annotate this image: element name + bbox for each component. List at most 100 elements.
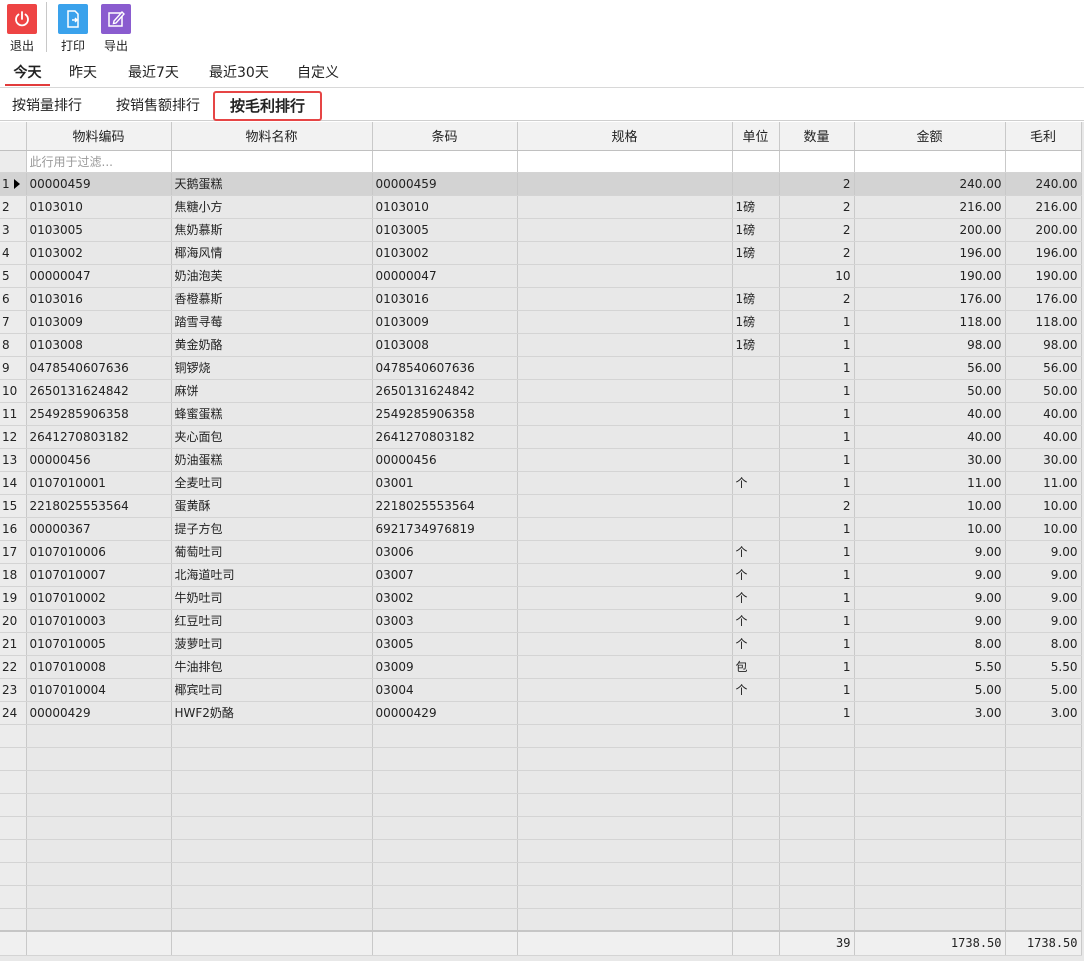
table-row[interactable]: 9 0478540607636 铜锣烧 0478540607636 1 56.00 56.0… [0, 356, 1082, 380]
unit-cell[interactable]: 1磅 [732, 287, 780, 311]
gross-profit-cell[interactable]: 240.00 [1005, 172, 1082, 196]
amount-cell[interactable]: 9.00 [854, 609, 1006, 633]
barcode-cell[interactable]: 0478540607636 [372, 356, 518, 380]
barcode-cell[interactable]: 03009 [372, 655, 518, 679]
quantity-cell[interactable]: 1 [779, 563, 855, 587]
item-code-cell[interactable]: 0103009 [26, 310, 172, 334]
quantity-cell[interactable]: 10 [779, 264, 855, 288]
unit-cell[interactable]: 个 [732, 678, 780, 702]
barcode-cell[interactable]: 0103016 [372, 287, 518, 311]
filter-cell-quantity[interactable] [779, 150, 855, 173]
gross-profit-cell[interactable]: 9.00 [1005, 540, 1082, 564]
amount-cell[interactable]: 5.50 [854, 655, 1006, 679]
spec-cell[interactable] [517, 586, 733, 610]
item-code-cell[interactable]: 00000456 [26, 448, 172, 472]
spec-cell[interactable] [517, 517, 733, 541]
barcode-cell[interactable]: 03002 [372, 586, 518, 610]
item-code-cell[interactable]: 0107010007 [26, 563, 172, 587]
quantity-cell[interactable]: 2 [779, 494, 855, 518]
amount-cell[interactable]: 56.00 [854, 356, 1006, 380]
spec-cell[interactable] [517, 632, 733, 656]
row-number[interactable]: 18 [0, 563, 27, 587]
gross-profit-cell[interactable]: 9.00 [1005, 563, 1082, 587]
gross-profit-cell[interactable]: 40.00 [1005, 402, 1082, 426]
quantity-cell[interactable]: 1 [779, 333, 855, 357]
row-number[interactable]: 8 [0, 333, 27, 357]
barcode-cell[interactable]: 6921734976819 [372, 517, 518, 541]
quantity-cell[interactable]: 1 [779, 586, 855, 610]
amount-cell[interactable]: 10.00 [854, 517, 1006, 541]
gross-profit-cell[interactable]: 196.00 [1005, 241, 1082, 265]
gross-profit-cell[interactable]: 200.00 [1005, 218, 1082, 242]
header-gross-profit[interactable]: 毛利 [1005, 122, 1082, 151]
table-row[interactable]: 2 0103010 焦糖小方 0103010 1磅 2 216.00 216.00 [0, 195, 1082, 219]
tab-last-7-days[interactable]: 最近7天 [128, 62, 179, 86]
table-row[interactable]: 17 0107010006 葡萄吐司 03006 个 1 9.00 9.00 [0, 540, 1082, 564]
item-code-cell[interactable]: 2650131624842 [26, 379, 172, 403]
header-item-code[interactable]: 物料编码 [26, 122, 172, 151]
table-row[interactable]: 4 0103002 椰海风情 0103002 1磅 2 196.00 196.00 [0, 241, 1082, 265]
barcode-cell[interactable]: 00000047 [372, 264, 518, 288]
amount-cell[interactable]: 8.00 [854, 632, 1006, 656]
spec-cell[interactable] [517, 701, 733, 725]
row-number[interactable]: 19 [0, 586, 27, 610]
item-code-cell[interactable]: 0107010005 [26, 632, 172, 656]
unit-cell[interactable]: 个 [732, 609, 780, 633]
item-name-cell[interactable]: 蜂蜜蛋糕 [171, 402, 373, 426]
row-number[interactable]: 1 [0, 172, 27, 196]
gross-profit-cell[interactable]: 30.00 [1005, 448, 1082, 472]
amount-cell[interactable]: 40.00 [854, 425, 1006, 449]
header-amount[interactable]: 金额 [854, 122, 1006, 151]
amount-cell[interactable]: 190.00 [854, 264, 1006, 288]
amount-cell[interactable]: 118.00 [854, 310, 1006, 334]
table-row[interactable]: 18 0107010007 北海道吐司 03007 个 1 9.00 9.00 [0, 563, 1082, 587]
exit-button[interactable]: 退出 [2, 2, 42, 54]
row-number[interactable]: 5 [0, 264, 27, 288]
row-number[interactable]: 17 [0, 540, 27, 564]
row-number[interactable]: 11 [0, 402, 27, 426]
gross-profit-cell[interactable]: 216.00 [1005, 195, 1082, 219]
spec-cell[interactable] [517, 655, 733, 679]
gross-profit-cell[interactable]: 10.00 [1005, 517, 1082, 541]
barcode-cell[interactable]: 0103005 [372, 218, 518, 242]
table-row[interactable]: 7 0103009 踏雪寻莓 0103009 1磅 1 118.00 118.00 [0, 310, 1082, 334]
spec-cell[interactable] [517, 264, 733, 288]
amount-cell[interactable]: 216.00 [854, 195, 1006, 219]
unit-cell[interactable]: 个 [732, 540, 780, 564]
tab-by-sales-amount[interactable]: 按销售额排行 [116, 96, 200, 116]
spec-cell[interactable] [517, 471, 733, 495]
item-name-cell[interactable]: 踏雪寻莓 [171, 310, 373, 334]
item-name-cell[interactable]: 麻饼 [171, 379, 373, 403]
header-unit[interactable]: 单位 [732, 122, 780, 151]
table-row[interactable]: 21 0107010005 菠萝吐司 03005 个 1 8.00 8.00 [0, 632, 1082, 656]
gross-profit-cell[interactable]: 40.00 [1005, 425, 1082, 449]
row-number[interactable]: 20 [0, 609, 27, 633]
barcode-cell[interactable]: 0103008 [372, 333, 518, 357]
amount-cell[interactable]: 30.00 [854, 448, 1006, 472]
quantity-cell[interactable]: 1 [779, 356, 855, 380]
row-number[interactable]: 16 [0, 517, 27, 541]
unit-cell[interactable]: 包 [732, 655, 780, 679]
quantity-cell[interactable]: 1 [779, 609, 855, 633]
item-code-cell[interactable]: 0107010004 [26, 678, 172, 702]
row-number[interactable]: 21 [0, 632, 27, 656]
spec-cell[interactable] [517, 310, 733, 334]
quantity-cell[interactable]: 2 [779, 172, 855, 196]
table-row[interactable]: 6 0103016 香橙慕斯 0103016 1磅 2 176.00 176.00 [0, 287, 1082, 311]
item-name-cell[interactable]: 葡萄吐司 [171, 540, 373, 564]
item-name-cell[interactable]: 红豆吐司 [171, 609, 373, 633]
header-quantity[interactable]: 数量 [779, 122, 855, 151]
table-row[interactable]: 11 2549285906358 蜂蜜蛋糕 2549285906358 1 40.00 40… [0, 402, 1082, 426]
item-name-cell[interactable]: 奶油蛋糕 [171, 448, 373, 472]
quantity-cell[interactable]: 2 [779, 241, 855, 265]
table-row[interactable]: 22 0107010008 牛油排包 03009 包 1 5.50 5.50 [0, 655, 1082, 679]
spec-cell[interactable] [517, 540, 733, 564]
row-number[interactable]: 7 [0, 310, 27, 334]
unit-cell[interactable]: 1磅 [732, 195, 780, 219]
gross-profit-cell[interactable]: 9.00 [1005, 609, 1082, 633]
item-name-cell[interactable]: 夹心面包 [171, 425, 373, 449]
filter-cell-barcode[interactable] [372, 150, 518, 173]
amount-cell[interactable]: 240.00 [854, 172, 1006, 196]
amount-cell[interactable]: 10.00 [854, 494, 1006, 518]
spec-cell[interactable] [517, 609, 733, 633]
